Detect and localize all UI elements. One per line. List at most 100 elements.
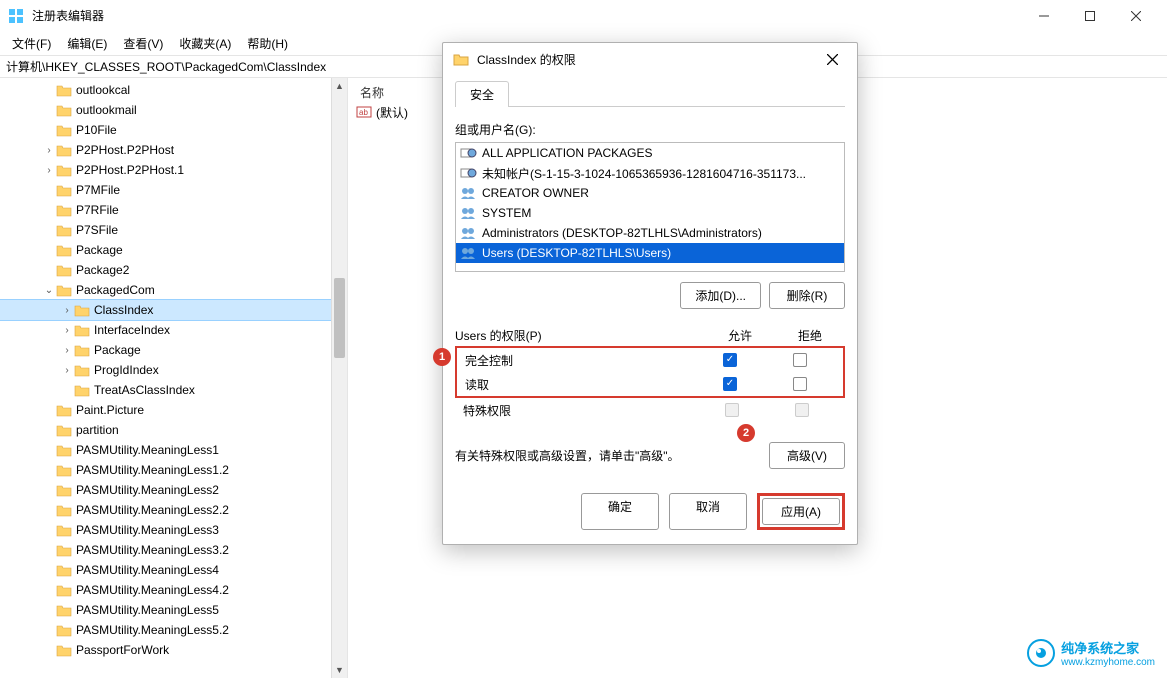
tree-item[interactable]: ›P2PHost.P2PHost bbox=[0, 140, 347, 160]
users-listbox[interactable]: ALL APPLICATION PACKAGES未知帐户(S-1-15-3-10… bbox=[455, 142, 845, 272]
tree-item-label: P7MFile bbox=[76, 183, 120, 197]
deny-checkbox[interactable] bbox=[793, 353, 807, 367]
folder-icon bbox=[56, 163, 72, 177]
tree-item-label: PASMUtility.MeaningLess2 bbox=[76, 483, 219, 497]
folder-icon bbox=[74, 363, 90, 377]
tree-item[interactable]: ›P7MFile bbox=[0, 180, 347, 200]
user-list-item[interactable]: SYSTEM bbox=[456, 203, 844, 223]
menu-edit[interactable]: 编辑(E) bbox=[59, 33, 115, 54]
users-icon bbox=[460, 246, 478, 260]
tree-item-label: Package2 bbox=[76, 263, 129, 277]
tree-item[interactable]: ›PASMUtility.MeaningLess4 bbox=[0, 560, 347, 580]
tree-item[interactable]: ›TreatAsClassIndex bbox=[0, 380, 347, 400]
tree-item[interactable]: ›outlookcal bbox=[0, 80, 347, 100]
folder-icon bbox=[56, 283, 72, 297]
minimize-button[interactable] bbox=[1021, 0, 1067, 32]
expand-icon[interactable]: › bbox=[60, 305, 74, 316]
add-button[interactable]: 添加(D)... bbox=[680, 282, 761, 309]
expand-icon[interactable]: › bbox=[60, 345, 74, 356]
tree-item-label: ProgIdIndex bbox=[94, 363, 159, 377]
tree-item[interactable]: ›PASMUtility.MeaningLess5 bbox=[0, 600, 347, 620]
tree-item[interactable]: ›partition bbox=[0, 420, 347, 440]
close-button[interactable] bbox=[1113, 0, 1159, 32]
deny-checkbox[interactable] bbox=[793, 377, 807, 391]
menu-file[interactable]: 文件(F) bbox=[4, 33, 59, 54]
tree-item[interactable]: ›outlookmail bbox=[0, 100, 347, 120]
users-icon bbox=[460, 206, 478, 220]
user-list-item[interactable]: 未知帐户(S-1-15-3-1024-1065365936-1281604716… bbox=[456, 163, 844, 183]
allow-checkbox[interactable] bbox=[723, 377, 737, 391]
tree-item[interactable]: ›PASMUtility.MeaningLess2 bbox=[0, 480, 347, 500]
advanced-text: 有关特殊权限或高级设置，请单击"高级"。 bbox=[455, 447, 769, 464]
folder-icon bbox=[56, 423, 72, 437]
column-allow: 允许 bbox=[705, 327, 775, 344]
tree-item[interactable]: ›PASMUtility.MeaningLess1 bbox=[0, 440, 347, 460]
folder-icon bbox=[56, 563, 72, 577]
tree-item-label: PASMUtility.MeaningLess5 bbox=[76, 603, 219, 617]
watermark: 纯净系统之家 www.kzmyhome.com bbox=[1027, 638, 1155, 668]
scroll-up-arrow[interactable]: ▲ bbox=[332, 78, 347, 94]
tree-item-label: Package bbox=[76, 243, 123, 257]
menu-view[interactable]: 查看(V) bbox=[115, 33, 171, 54]
tree-item[interactable]: ›Package bbox=[0, 340, 347, 360]
user-list-item[interactable]: Users (DESKTOP-82TLHLS\Users) bbox=[456, 243, 844, 263]
folder-icon bbox=[56, 403, 72, 417]
permissions-dialog: ClassIndex 的权限 安全 组或用户名(G): ALL APPLICAT… bbox=[442, 42, 858, 545]
watermark-logo bbox=[1027, 639, 1055, 667]
tree-item[interactable]: ›PASMUtility.MeaningLess2.2 bbox=[0, 500, 347, 520]
tree-item[interactable]: ›P2PHost.P2PHost.1 bbox=[0, 160, 347, 180]
remove-button[interactable]: 删除(R) bbox=[769, 282, 845, 309]
string-value-icon: ab bbox=[356, 105, 372, 119]
folder-icon bbox=[56, 543, 72, 557]
tab-security[interactable]: 安全 bbox=[455, 81, 509, 107]
menu-favorites[interactable]: 收藏夹(A) bbox=[171, 33, 239, 54]
dialog-close-button[interactable] bbox=[817, 44, 847, 74]
tree-item[interactable]: › InterfaceIndex bbox=[0, 320, 347, 340]
scroll-down-arrow[interactable]: ▼ bbox=[332, 662, 347, 678]
tree-item[interactable]: ›Paint.Picture bbox=[0, 400, 347, 420]
tree-item[interactable]: ›PASMUtility.MeaningLess5.2 bbox=[0, 620, 347, 640]
tree-item[interactable]: ›ClassIndex bbox=[0, 300, 347, 320]
tree-item[interactable]: ›Package2 bbox=[0, 260, 347, 280]
user-item-label: CREATOR OWNER bbox=[482, 186, 589, 200]
dialog-titlebar[interactable]: ClassIndex 的权限 bbox=[443, 43, 857, 75]
tree-item-label: InterfaceIndex bbox=[94, 323, 170, 337]
allow-checkbox[interactable] bbox=[723, 353, 737, 367]
tree-item[interactable]: ›P7SFile bbox=[0, 220, 347, 240]
folder-icon bbox=[56, 503, 72, 517]
allow-checkbox bbox=[725, 403, 739, 417]
user-list-item[interactable]: CREATOR OWNER bbox=[456, 183, 844, 203]
folder-icon bbox=[74, 323, 90, 337]
tree-item-label: P10File bbox=[76, 123, 117, 137]
tree-item-label: TreatAsClassIndex bbox=[94, 383, 195, 397]
scrollbar-thumb[interactable] bbox=[334, 278, 345, 358]
vertical-scrollbar[interactable]: ▲ ▼ bbox=[331, 78, 347, 678]
cancel-button[interactable]: 取消 bbox=[669, 493, 747, 530]
expand-icon[interactable]: › bbox=[60, 365, 74, 376]
tree-item[interactable]: ›PASMUtility.MeaningLess3 bbox=[0, 520, 347, 540]
tree-item[interactable]: ›PASMUtility.MeaningLess3.2 bbox=[0, 540, 347, 560]
tree-item[interactable]: ›PASMUtility.MeaningLess1.2 bbox=[0, 460, 347, 480]
tree-item[interactable]: ›PassportForWork bbox=[0, 640, 347, 660]
tree-item-label: PASMUtility.MeaningLess2.2 bbox=[76, 503, 229, 517]
user-list-item[interactable]: ALL APPLICATION PACKAGES bbox=[456, 143, 844, 163]
tree-item[interactable]: › ProgIdIndex bbox=[0, 360, 347, 380]
apply-button[interactable]: 应用(A) bbox=[762, 498, 840, 525]
tree-item[interactable]: ›Package bbox=[0, 240, 347, 260]
tree-item[interactable]: ›P10File bbox=[0, 120, 347, 140]
tree-item[interactable]: ›P7RFile bbox=[0, 200, 347, 220]
collapse-icon[interactable]: ⌄ bbox=[42, 285, 56, 296]
expand-icon[interactable]: › bbox=[42, 165, 56, 176]
advanced-button[interactable]: 高级(V) bbox=[769, 442, 845, 469]
expand-icon[interactable]: › bbox=[42, 145, 56, 156]
tree-item[interactable]: ⌄PackagedCom bbox=[0, 280, 347, 300]
permissions-highlight-box: 完全控制读取 bbox=[455, 346, 845, 398]
ok-button[interactable]: 确定 bbox=[581, 493, 659, 530]
menu-help[interactable]: 帮助(H) bbox=[239, 33, 296, 54]
maximize-button[interactable] bbox=[1067, 0, 1113, 32]
tree-item-label: PassportForWork bbox=[76, 643, 169, 657]
expand-icon[interactable]: › bbox=[60, 325, 74, 336]
window-titlebar: 注册表编辑器 bbox=[0, 0, 1167, 32]
user-list-item[interactable]: Administrators (DESKTOP-82TLHLS\Administ… bbox=[456, 223, 844, 243]
tree-item[interactable]: ›PASMUtility.MeaningLess4.2 bbox=[0, 580, 347, 600]
